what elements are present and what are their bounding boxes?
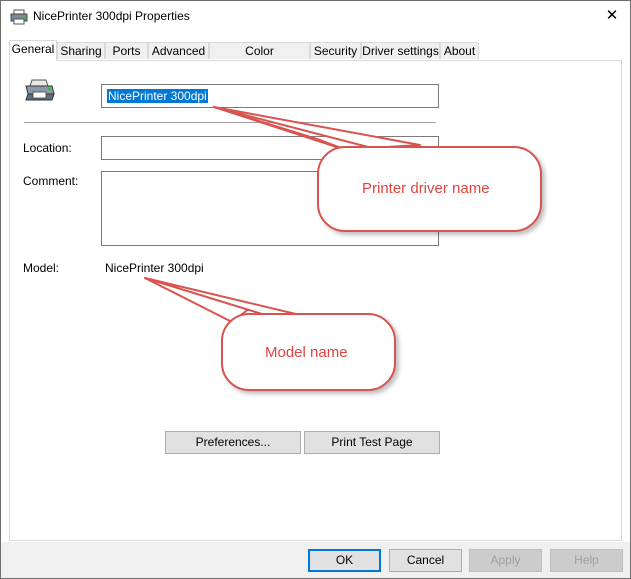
- tab-color-management[interactable]: Color Management: [209, 42, 310, 74]
- model-value: NicePrinter 300dpi: [105, 261, 204, 275]
- close-button[interactable]: ✕: [601, 7, 623, 25]
- ok-button[interactable]: OK: [308, 549, 381, 572]
- properties-window: NicePrinter 300dpi Properties ✕ General …: [0, 0, 631, 579]
- model-name-callout: Model name: [221, 313, 396, 391]
- cancel-button[interactable]: Cancel: [389, 549, 462, 572]
- tab-security[interactable]: Security: [310, 42, 361, 59]
- model-label: Model:: [23, 261, 60, 275]
- window-title: NicePrinter 300dpi Properties: [33, 9, 190, 23]
- separator: [24, 122, 436, 123]
- tab-about[interactable]: About: [440, 42, 479, 59]
- tab-advanced[interactable]: Advanced: [148, 42, 209, 59]
- comment-label: Comment:: [23, 174, 79, 188]
- tab-general[interactable]: General: [9, 40, 57, 61]
- printer-name-text: NicePrinter 300dpi: [107, 89, 208, 103]
- preferences-button[interactable]: Preferences...: [165, 431, 301, 454]
- model-name-callout-text: Model name: [265, 344, 348, 361]
- print-test-page-button[interactable]: Print Test Page: [304, 431, 440, 454]
- tab-strip: General Sharing Ports Advanced Color Man…: [9, 40, 623, 74]
- tab-driver-settings[interactable]: Driver settings: [361, 42, 440, 59]
- location-label: Location:: [23, 141, 72, 155]
- tab-sharing[interactable]: Sharing: [57, 42, 105, 59]
- printer-name-input[interactable]: NicePrinter 300dpi: [101, 84, 439, 108]
- printer-large-icon: [25, 79, 55, 101]
- apply-button[interactable]: Apply: [469, 549, 542, 572]
- title-bar[interactable]: NicePrinter 300dpi Properties ✕: [1, 1, 630, 32]
- general-tab-panel: [9, 60, 622, 541]
- tab-ports[interactable]: Ports: [105, 42, 148, 59]
- driver-name-callout-text: Printer driver name: [362, 180, 490, 197]
- printer-icon: [10, 9, 28, 25]
- driver-name-callout: Printer driver name: [317, 146, 542, 232]
- help-button[interactable]: Help: [550, 549, 623, 572]
